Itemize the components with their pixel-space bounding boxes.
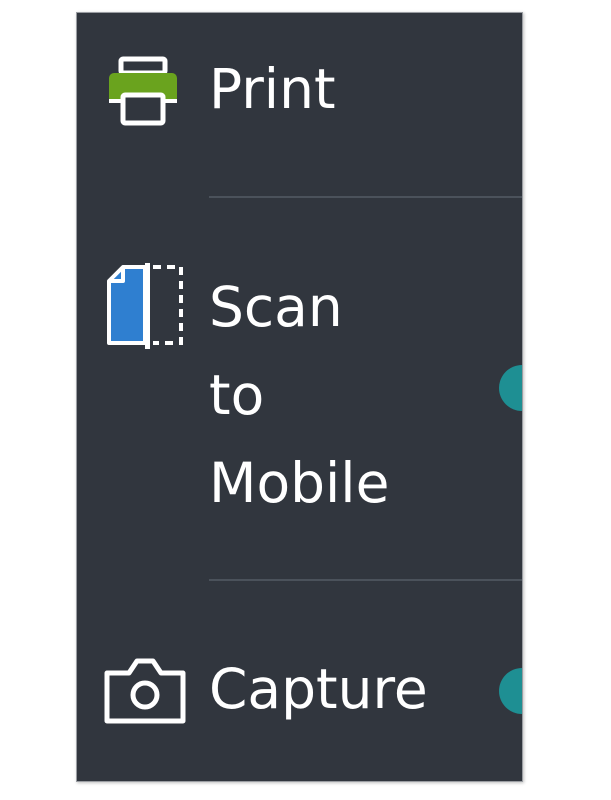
printer-icon xyxy=(105,55,181,133)
menu-item-label: Print xyxy=(209,57,336,121)
menu-divider xyxy=(209,196,522,198)
menu-item-scan-to-mobile[interactable]: Scan to Mobile xyxy=(77,253,522,533)
menu-divider xyxy=(209,579,522,581)
side-menu-panel: Print Scan to Mobile Capture xyxy=(76,12,523,782)
scan-document-icon xyxy=(103,263,187,353)
menu-item-label: Capture xyxy=(209,657,428,721)
menu-item-print[interactable]: Print xyxy=(77,43,522,153)
menu-item-label: Scan to Mobile xyxy=(209,275,390,515)
camera-icon xyxy=(103,657,187,729)
menu-item-capture[interactable]: Capture xyxy=(77,633,522,743)
